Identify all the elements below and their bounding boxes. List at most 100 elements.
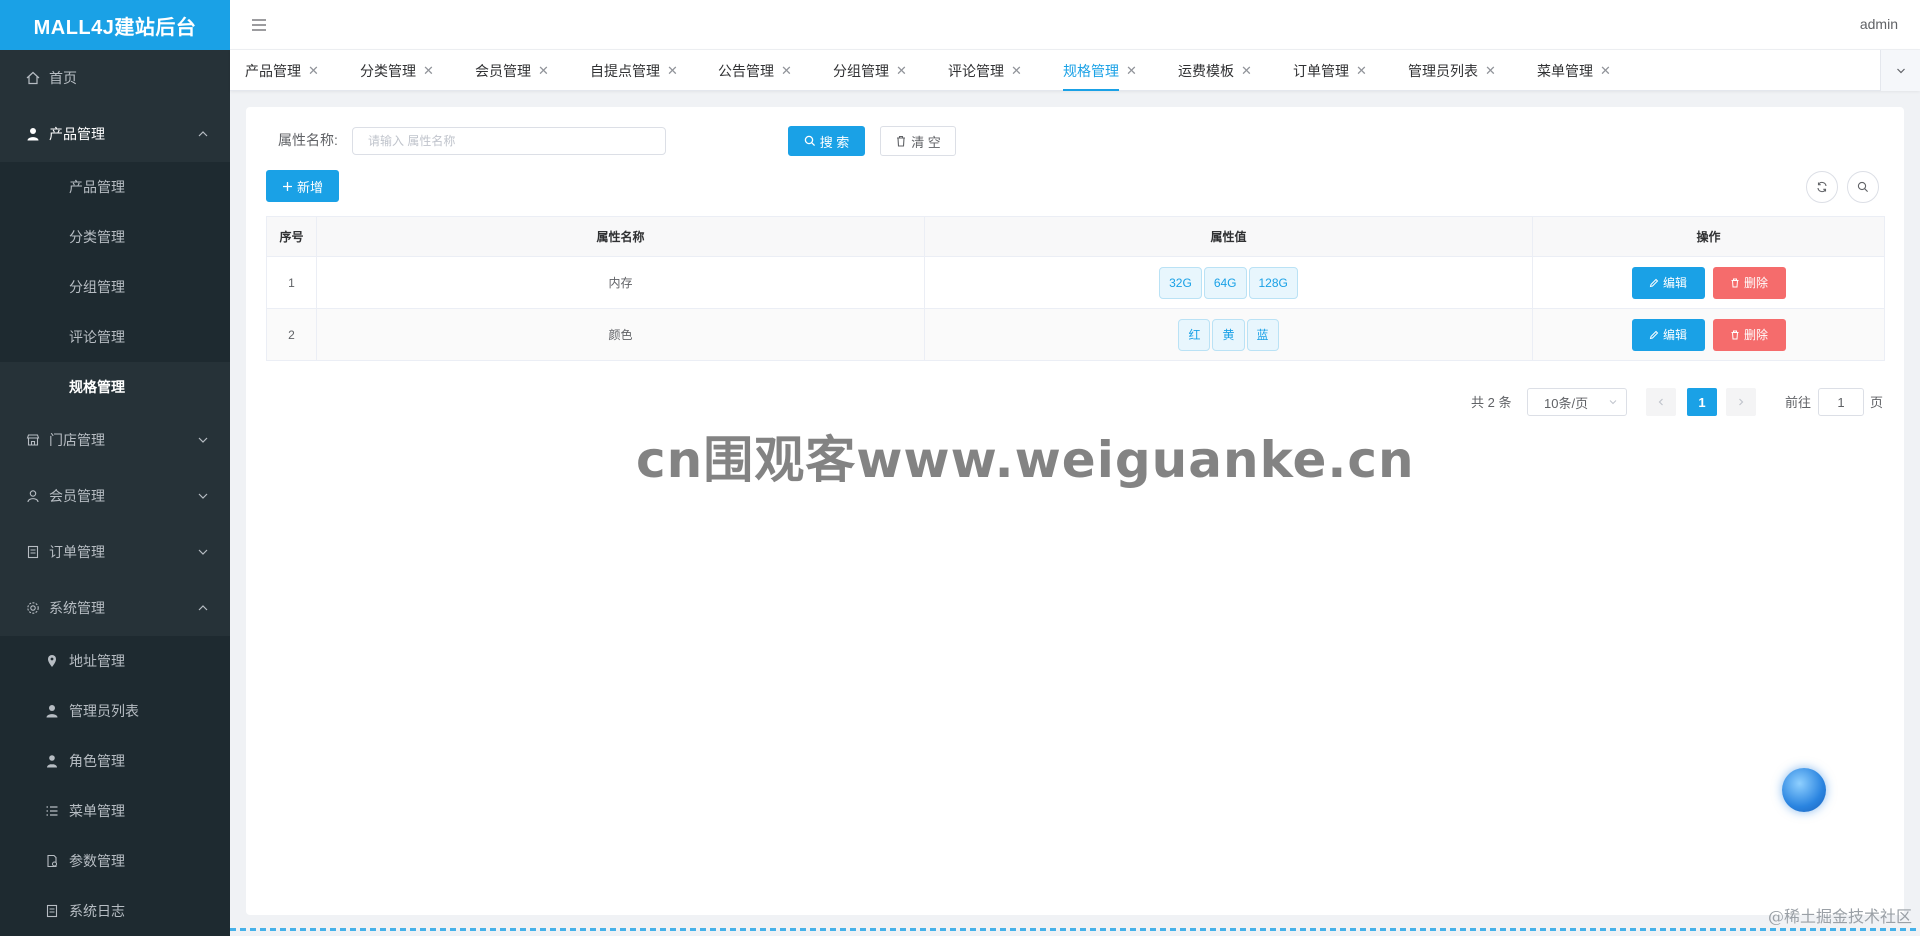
sidebar-item-member[interactable]: 会员管理 — [0, 468, 230, 524]
chevron-down-icon — [1896, 68, 1905, 73]
tab-item[interactable]: 运费模板 ✕ — [1178, 50, 1252, 91]
refresh-button[interactable] — [1806, 171, 1838, 203]
tab-item[interactable]: 自提点管理 ✕ — [590, 50, 678, 91]
sidebar-item-spec[interactable]: 规格管理 — [0, 362, 230, 412]
tab-item[interactable]: 菜单管理 ✕ — [1537, 50, 1611, 91]
sidebar-item-category[interactable]: 分类管理 — [0, 212, 230, 262]
sidebar-item-store[interactable]: 门店管理 — [0, 412, 230, 468]
sidebar-item-label: 地址管理 — [69, 653, 125, 669]
search-button-label: 搜 索 — [819, 134, 850, 150]
goto-label: 前往 — [1785, 395, 1812, 410]
close-icon[interactable]: ✕ — [781, 63, 792, 79]
sidebar-item-label: 角色管理 — [69, 753, 125, 769]
sidebar-item-label: 订单管理 — [49, 544, 105, 560]
clear-button[interactable]: 清 空 — [880, 126, 956, 156]
tab-item[interactable]: 订单管理 ✕ — [1293, 50, 1367, 91]
tab-label: 会员管理 — [475, 62, 531, 79]
tab-label: 订单管理 — [1293, 62, 1349, 79]
sidebar-item-product-manage[interactable]: 产品管理 — [0, 162, 230, 212]
edit-button[interactable]: 编辑 — [1631, 318, 1705, 351]
sidebar-item-label: 菜单管理 — [69, 803, 125, 819]
tab-label: 菜单管理 — [1537, 62, 1593, 79]
app-logo: MALL4J建站后台 — [0, 0, 230, 50]
next-page-button[interactable] — [1726, 388, 1756, 416]
row-actions: 编辑 删除 — [1532, 308, 1885, 361]
table-row: 1 内存 32G 64G 128G 编辑 删除 — [266, 256, 1885, 309]
close-icon[interactable]: ✕ — [667, 63, 678, 79]
sidebar-item-params[interactable]: 参数管理 — [0, 836, 230, 886]
tab-item[interactable]: 公告管理 ✕ — [718, 50, 792, 91]
close-icon[interactable]: ✕ — [1485, 63, 1496, 79]
prev-page-button[interactable] — [1646, 388, 1676, 416]
hamburger-icon[interactable] — [250, 16, 268, 34]
chevron-down-icon — [198, 549, 208, 555]
order-icon — [25, 544, 41, 560]
close-icon[interactable]: ✕ — [1126, 63, 1137, 79]
trash-icon — [897, 135, 906, 147]
close-icon[interactable]: ✕ — [1241, 63, 1252, 79]
close-icon[interactable]: ✕ — [896, 63, 907, 79]
tab-label: 管理员列表 — [1408, 62, 1478, 79]
close-icon[interactable]: ✕ — [538, 63, 549, 79]
search-input[interactable] — [352, 127, 666, 155]
sidebar-item-group[interactable]: 分组管理 — [0, 262, 230, 312]
close-icon[interactable]: ✕ — [1356, 63, 1367, 79]
search-label: 属性名称: — [278, 132, 338, 148]
floating-assistant-button[interactable] — [1782, 768, 1826, 812]
tabs-more-button[interactable] — [1880, 50, 1920, 91]
tab-label: 评论管理 — [948, 62, 1004, 79]
header-values: 属性值 — [924, 216, 1533, 257]
header-index: 序号 — [266, 216, 317, 257]
sidebar-item-home[interactable]: 首页 — [0, 50, 230, 106]
sidebar-item-label: 参数管理 — [69, 853, 125, 869]
trash-icon — [1731, 278, 1739, 287]
chevron-down-icon — [1609, 400, 1617, 405]
delete-label: 删除 — [1743, 328, 1768, 342]
sidebar: MALL4J建站后台 首页 产品管理 产品管理 分类管理 分组管理 评论管理 规… — [0, 0, 230, 936]
goto-page-input[interactable] — [1818, 388, 1864, 416]
close-icon[interactable]: ✕ — [1011, 63, 1022, 79]
sidebar-item-admin-list[interactable]: 管理员列表 — [0, 686, 230, 736]
sidebar-item-log[interactable]: 系统日志 — [0, 886, 230, 936]
header-name: 属性名称 — [316, 216, 925, 257]
sidebar-item-address[interactable]: 地址管理 — [0, 636, 230, 686]
sidebar-item-label: 系统日志 — [69, 903, 125, 919]
user-icon — [44, 703, 60, 719]
tab-item[interactable]: 分组管理 ✕ — [833, 50, 907, 91]
tab-item[interactable]: 会员管理 ✕ — [475, 50, 549, 91]
sidebar-item-product[interactable]: 产品管理 — [0, 106, 230, 162]
page-size-select[interactable]: 10条/页 — [1527, 388, 1627, 416]
row-name: 颜色 — [316, 308, 925, 361]
user-menu[interactable]: admin — [1860, 16, 1898, 32]
edit-label: 编辑 — [1662, 276, 1687, 290]
settings-doc-icon — [44, 853, 60, 869]
chevron-up-icon — [198, 131, 208, 137]
tab-item[interactable]: 管理员列表 ✕ — [1408, 50, 1496, 91]
add-button[interactable]: 新增 — [266, 170, 339, 202]
delete-button[interactable]: 删除 — [1712, 318, 1786, 351]
sidebar-item-comment[interactable]: 评论管理 — [0, 312, 230, 362]
log-icon — [44, 903, 60, 919]
search-toggle-button[interactable] — [1847, 171, 1879, 203]
sidebar-item-menu[interactable]: 菜单管理 — [0, 786, 230, 836]
value-tag: 128G — [1248, 266, 1298, 299]
table-header-row: 序号 属性名称 属性值 操作 — [266, 216, 1885, 257]
page-number-current[interactable]: 1 — [1687, 388, 1717, 416]
edit-button[interactable]: 编辑 — [1631, 266, 1705, 299]
tab-label: 分类管理 — [360, 62, 416, 79]
user-icon — [25, 126, 41, 142]
close-icon[interactable]: ✕ — [1600, 63, 1611, 79]
close-icon[interactable]: ✕ — [423, 63, 434, 79]
delete-button[interactable]: 删除 — [1712, 266, 1786, 299]
sidebar-item-role[interactable]: 角色管理 — [0, 736, 230, 786]
tab-item[interactable]: 产品管理 ✕ — [245, 50, 319, 91]
edit-label: 编辑 — [1662, 328, 1687, 342]
search-button[interactable]: 搜 索 — [788, 126, 865, 156]
sidebar-item-order[interactable]: 订单管理 — [0, 524, 230, 580]
close-icon[interactable]: ✕ — [308, 63, 319, 79]
search-icon — [804, 135, 815, 147]
tab-item[interactable]: 分类管理 ✕ — [360, 50, 434, 91]
tab-item[interactable]: 规格管理 ✕ — [1063, 50, 1137, 91]
sidebar-item-system[interactable]: 系统管理 — [0, 580, 230, 636]
tab-item[interactable]: 评论管理 ✕ — [948, 50, 1022, 91]
